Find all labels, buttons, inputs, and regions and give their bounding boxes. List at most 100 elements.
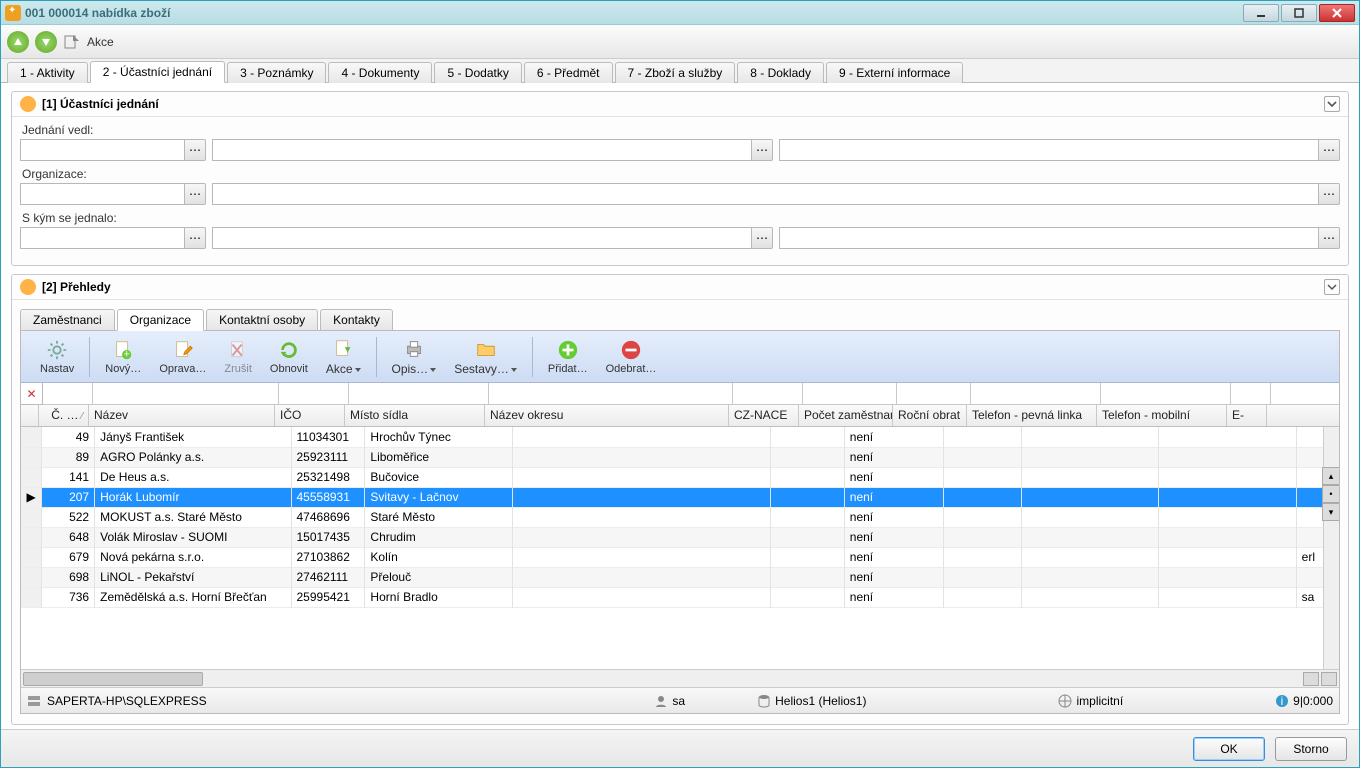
actions-icon (63, 33, 81, 51)
side-nav-down[interactable]: ▾ (1322, 503, 1339, 521)
tab-dodatky[interactable]: 5 - Dodatky (434, 62, 521, 83)
col-cz-nace[interactable]: CZ-NACE (729, 405, 799, 426)
table-row[interactable]: 679Nová pekárna s.r.o.27103862Kolínneníe… (21, 547, 1339, 567)
subtab-zamestnanci[interactable]: Zaměstnanci (20, 309, 115, 331)
table-row[interactable]: 648Volák Miroslav - SUOMI15017435Chrudim… (21, 527, 1339, 547)
new-doc-icon: + (112, 339, 134, 361)
grid-hscrollbar[interactable] (21, 669, 1339, 687)
table-row[interactable]: 736Zemědělská a.s. Horní Břečťan25995421… (21, 587, 1339, 607)
titlebar: 001 000014 nabídka zboží (1, 1, 1359, 25)
organizace-name-picker[interactable]: ⋯ (1318, 183, 1340, 205)
jednani-vedl-code-input[interactable] (20, 139, 184, 161)
delete-doc-icon (227, 339, 249, 361)
status-server: SAPERTA-HP\SQLEXPRESS (47, 694, 207, 708)
actions-label[interactable]: Akce (87, 35, 114, 49)
subtab-kontakty[interactable]: Kontakty (320, 309, 393, 331)
col-ico[interactable]: IČO (275, 405, 345, 426)
btn-zrusit[interactable]: Zrušit (219, 336, 257, 378)
organizace-code-input[interactable] (20, 183, 184, 205)
jednani-vedl-extra-input[interactable] (779, 139, 1318, 161)
app-window: 001 000014 nabídka zboží Akce 1 - Aktivi… (0, 0, 1360, 768)
col-pocet-zamestnancu[interactable]: Počet zaměstnanců (799, 405, 893, 426)
tab-doklady[interactable]: 8 - Doklady (737, 62, 824, 83)
grid-filter-row: ✕ (21, 383, 1339, 405)
jednani-vedl-code-picker[interactable]: ⋯ (184, 139, 206, 161)
col-email[interactable]: E- (1227, 405, 1267, 426)
skym-code-picker[interactable]: ⋯ (184, 227, 206, 249)
subtab-kontaktni-osoby[interactable]: Kontaktní osoby (206, 309, 318, 331)
jednani-vedl-extra-picker[interactable]: ⋯ (1318, 139, 1340, 161)
minimize-button[interactable] (1243, 4, 1279, 22)
label-organizace: Organizace: (22, 167, 1340, 181)
grid-body[interactable]: 49Jányš František11034301Hrochův Týnecne… (21, 427, 1339, 669)
organizace-code-picker[interactable]: ⋯ (184, 183, 206, 205)
btn-akce[interactable]: Akce (321, 335, 366, 379)
skym-name-picker[interactable]: ⋯ (751, 227, 773, 249)
skym-extra-field: ⋯ (779, 227, 1340, 249)
table-row[interactable]: 89AGRO Polánky a.s.25923111Liboměřicenen… (21, 447, 1339, 467)
gear-icon (46, 339, 68, 361)
side-nav-mid[interactable]: • (1322, 485, 1339, 503)
btn-pridat[interactable]: Přidat… (543, 336, 593, 378)
tab-zbozi-a-sluzby[interactable]: 7 - Zboží a služby (615, 62, 736, 83)
prev-record-button[interactable] (7, 31, 29, 53)
jednani-vedl-code-field: ⋯ (20, 139, 206, 161)
edit-doc-icon (172, 339, 194, 361)
jednani-vedl-name-picker[interactable]: ⋯ (751, 139, 773, 161)
status-rowcount: 9|0:000 (1293, 694, 1333, 708)
table-row[interactable]: 698LiNOL - Pekařství27462111Přeloučnení (21, 567, 1339, 587)
chevron-down-icon (511, 368, 517, 372)
tab-aktivity[interactable]: 1 - Aktivity (7, 62, 88, 83)
chevron-down-icon (355, 368, 361, 372)
skym-extra-input[interactable] (779, 227, 1318, 249)
tab-externi-informace[interactable]: 9 - Externí informace (826, 62, 963, 83)
hscroll-left[interactable] (1303, 672, 1319, 686)
skym-name-input[interactable] (212, 227, 751, 249)
grid-header: Č. … Název IČO Místo sídla Název okresu … (21, 405, 1339, 427)
tab-ucastnici-jednani[interactable]: 2 - Účastníci jednání (90, 61, 225, 83)
btn-oprava[interactable]: Oprava… (154, 336, 211, 378)
close-button[interactable] (1319, 4, 1355, 22)
jednani-vedl-name-input[interactable] (212, 139, 751, 161)
col-nazev[interactable]: Název (89, 405, 275, 426)
table-row[interactable]: 49Jányš František11034301Hrochův Týnecne… (21, 427, 1339, 447)
col-misto-sidla[interactable]: Místo sídla (345, 405, 485, 426)
user-icon (654, 694, 668, 708)
side-nav-up[interactable]: ▴ (1322, 467, 1339, 485)
status-user: sa (672, 694, 685, 708)
tab-dokumenty[interactable]: 4 - Dokumenty (328, 62, 432, 83)
add-icon (557, 339, 579, 361)
storno-button[interactable]: Storno (1275, 737, 1347, 761)
btn-sestavy[interactable]: Sestavy… (449, 335, 522, 379)
tab-poznamky[interactable]: 3 - Poznámky (227, 62, 326, 83)
table-row[interactable]: 141De Heus a.s.25321498Bučovicenení (21, 467, 1339, 487)
hscroll-right[interactable] (1321, 672, 1337, 686)
btn-novy[interactable]: + Nový… (100, 336, 146, 378)
refresh-icon (278, 339, 300, 361)
subtab-organizace[interactable]: Organizace (117, 309, 204, 331)
skym-code-input[interactable] (20, 227, 184, 249)
col-nazev-okresu[interactable]: Název okresu (485, 405, 729, 426)
col-telefon-mobil[interactable]: Telefon - mobilní (1097, 405, 1227, 426)
table-row[interactable]: ▶207Horák Lubomír45558931Svitavy - Lačno… (21, 487, 1339, 507)
organizace-name-input[interactable] (212, 183, 1318, 205)
btn-obnovit[interactable]: Obnovit (265, 336, 313, 378)
skym-extra-picker[interactable]: ⋯ (1318, 227, 1340, 249)
next-record-button[interactable] (35, 31, 57, 53)
btn-odebrat[interactable]: Odebrat… (601, 336, 662, 378)
col-rocni-obrat[interactable]: Roční obrat (893, 405, 967, 426)
table-row[interactable]: 522MOKUST a.s. Staré Město47468696Staré … (21, 507, 1339, 527)
panel-prehledy: [2] Přehledy Zaměstnanci Organizace Kont… (11, 274, 1349, 725)
hscroll-thumb[interactable] (23, 672, 203, 686)
panel2-collapse-button[interactable] (1324, 279, 1340, 295)
printer-icon (403, 338, 425, 360)
clear-filter-button[interactable]: ✕ (21, 383, 43, 405)
maximize-button[interactable] (1281, 4, 1317, 22)
col-cislo[interactable]: Č. … (39, 405, 89, 426)
ok-button[interactable]: OK (1193, 737, 1265, 761)
btn-nastav[interactable]: Nastav (35, 336, 79, 378)
col-telefon-pevna[interactable]: Telefon - pevná linka (967, 405, 1097, 426)
panel1-collapse-button[interactable] (1324, 96, 1340, 112)
btn-opis[interactable]: Opis… (387, 335, 442, 379)
tab-predmet[interactable]: 6 - Předmět (524, 62, 613, 83)
